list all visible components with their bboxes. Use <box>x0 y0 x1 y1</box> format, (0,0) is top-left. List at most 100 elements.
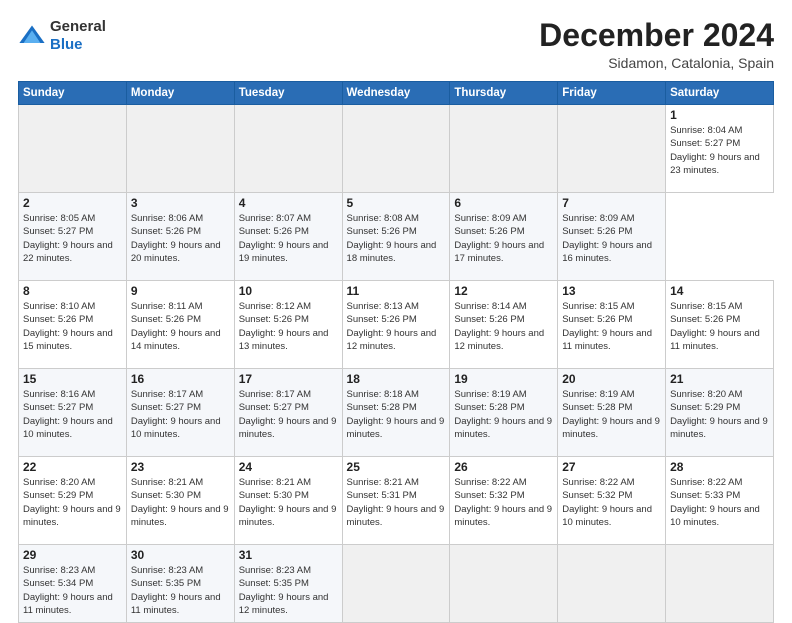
day-info: Sunrise: 8:19 AMSunset: 5:28 PMDaylight:… <box>454 388 553 441</box>
day-number: 27 <box>562 460 661 474</box>
day-number: 23 <box>131 460 230 474</box>
day-number: 13 <box>562 284 661 298</box>
calendar-cell <box>450 105 558 193</box>
day-info: Sunrise: 8:22 AMSunset: 5:32 PMDaylight:… <box>562 476 661 529</box>
header-sunday: Sunday <box>19 82 127 105</box>
day-info: Sunrise: 8:22 AMSunset: 5:32 PMDaylight:… <box>454 476 553 529</box>
location: Sidamon, Catalonia, Spain <box>539 55 774 71</box>
day-info: Sunrise: 8:19 AMSunset: 5:28 PMDaylight:… <box>562 388 661 441</box>
day-number: 1 <box>670 108 769 122</box>
day-info: Sunrise: 8:21 AMSunset: 5:31 PMDaylight:… <box>347 476 446 529</box>
day-info: Sunrise: 8:17 AMSunset: 5:27 PMDaylight:… <box>239 388 338 441</box>
calendar-table: Sunday Monday Tuesday Wednesday Thursday… <box>18 81 774 623</box>
calendar-cell <box>666 545 774 623</box>
header-friday: Friday <box>558 82 666 105</box>
page: General Blue December 2024 Sidamon, Cata… <box>0 0 792 612</box>
day-number: 20 <box>562 372 661 386</box>
day-number: 15 <box>23 372 122 386</box>
day-info: Sunrise: 8:09 AMSunset: 5:26 PMDaylight:… <box>562 212 661 265</box>
day-number: 9 <box>131 284 230 298</box>
day-info: Sunrise: 8:21 AMSunset: 5:30 PMDaylight:… <box>131 476 230 529</box>
day-number: 28 <box>670 460 769 474</box>
day-info: Sunrise: 8:15 AMSunset: 5:26 PMDaylight:… <box>670 300 769 353</box>
calendar-cell <box>558 545 666 623</box>
calendar-cell: 30Sunrise: 8:23 AMSunset: 5:35 PMDayligh… <box>126 545 234 623</box>
calendar-cell: 17 Sunrise: 8:17 AMSunset: 5:27 PMDayligh… <box>234 369 342 457</box>
day-info: Sunrise: 8:14 AMSunset: 5:26 PMDaylight:… <box>454 300 553 353</box>
day-number: 2 <box>23 196 122 210</box>
day-number: 26 <box>454 460 553 474</box>
day-number: 7 <box>562 196 661 210</box>
day-number: 3 <box>131 196 230 210</box>
header: General Blue December 2024 Sidamon, Cata… <box>18 18 774 71</box>
calendar-cell: 8Sunrise: 8:10 AMSunset: 5:26 PMDaylight… <box>19 281 127 369</box>
calendar-cell <box>450 545 558 623</box>
calendar-cell: 18 Sunrise: 8:18 AMSunset: 5:28 PMDayligh… <box>342 369 450 457</box>
day-number: 10 <box>239 284 338 298</box>
calendar-cell: 7 Sunrise: 8:09 AMSunset: 5:26 PMDaylight… <box>558 193 666 281</box>
calendar-cell: 16Sunrise: 8:17 AMSunset: 5:27 PMDayligh… <box>126 369 234 457</box>
calendar-cell: 22 Sunrise: 8:20 AMSunset: 5:29 PMDayligh… <box>19 457 127 545</box>
calendar-cell: 1 Sunrise: 8:04 AMSunset: 5:27 PMDaylight… <box>666 105 774 193</box>
day-number: 17 <box>239 372 338 386</box>
day-info: Sunrise: 8:20 AMSunset: 5:29 PMDaylight:… <box>23 476 122 529</box>
day-number: 31 <box>239 548 338 562</box>
month-title: December 2024 <box>539 18 774 53</box>
calendar-cell: 11Sunrise: 8:13 AMSunset: 5:26 PMDayligh… <box>342 281 450 369</box>
day-info: Sunrise: 8:20 AMSunset: 5:29 PMDaylight:… <box>670 388 769 441</box>
calendar-cell <box>342 545 450 623</box>
calendar-cell: 27 Sunrise: 8:22 AMSunset: 5:32 PMDayligh… <box>558 457 666 545</box>
header-thursday: Thursday <box>450 82 558 105</box>
calendar-cell <box>342 105 450 193</box>
day-number: 22 <box>23 460 122 474</box>
day-number: 19 <box>454 372 553 386</box>
calendar-cell: 14 Sunrise: 8:15 AMSunset: 5:26 PMDayligh… <box>666 281 774 369</box>
day-number: 14 <box>670 284 769 298</box>
weekday-header-row: Sunday Monday Tuesday Wednesday Thursday… <box>19 82 774 105</box>
day-number: 18 <box>347 372 446 386</box>
calendar-cell: 2 Sunrise: 8:05 AMSunset: 5:27 PMDaylight… <box>19 193 127 281</box>
day-info: Sunrise: 8:05 AMSunset: 5:27 PMDaylight:… <box>23 212 122 265</box>
day-number: 11 <box>347 284 446 298</box>
calendar-cell: 15Sunrise: 8:16 AMSunset: 5:27 PMDayligh… <box>19 369 127 457</box>
calendar-cell: 10Sunrise: 8:12 AMSunset: 5:26 PMDayligh… <box>234 281 342 369</box>
calendar-cell: 24Sunrise: 8:21 AMSunset: 5:30 PMDayligh… <box>234 457 342 545</box>
day-number: 24 <box>239 460 338 474</box>
day-number: 16 <box>131 372 230 386</box>
day-info: Sunrise: 8:10 AMSunset: 5:26 PMDaylight:… <box>23 300 122 353</box>
calendar-cell: 25Sunrise: 8:21 AMSunset: 5:31 PMDayligh… <box>342 457 450 545</box>
calendar-cell: 29 Sunrise: 8:23 AMSunset: 5:34 PMDayligh… <box>19 545 127 623</box>
calendar-cell: 26 Sunrise: 8:22 AMSunset: 5:32 PMDayligh… <box>450 457 558 545</box>
calendar-cell <box>126 105 234 193</box>
day-info: Sunrise: 8:15 AMSunset: 5:26 PMDaylight:… <box>562 300 661 353</box>
calendar-cell: 13 Sunrise: 8:15 AMSunset: 5:26 PMDayligh… <box>558 281 666 369</box>
logo-blue: Blue <box>50 36 83 53</box>
calendar-cell: 28 Sunrise: 8:22 AMSunset: 5:33 PMDayligh… <box>666 457 774 545</box>
day-number: 12 <box>454 284 553 298</box>
day-info: Sunrise: 8:08 AMSunset: 5:26 PMDaylight:… <box>347 212 446 265</box>
day-info: Sunrise: 8:22 AMSunset: 5:33 PMDaylight:… <box>670 476 769 529</box>
day-info: Sunrise: 8:04 AMSunset: 5:27 PMDaylight:… <box>670 124 769 177</box>
calendar-cell <box>234 105 342 193</box>
day-number: 21 <box>670 372 769 386</box>
day-info: Sunrise: 8:23 AMSunset: 5:34 PMDaylight:… <box>23 564 122 617</box>
calendar-cell: 9Sunrise: 8:11 AMSunset: 5:26 PMDaylight… <box>126 281 234 369</box>
calendar-cell: 3 Sunrise: 8:06 AMSunset: 5:26 PMDaylight… <box>126 193 234 281</box>
day-info: Sunrise: 8:06 AMSunset: 5:26 PMDaylight:… <box>131 212 230 265</box>
calendar-cell: 23 Sunrise: 8:21 AMSunset: 5:30 PMDayligh… <box>126 457 234 545</box>
calendar-cell: 5 Sunrise: 8:08 AMSunset: 5:26 PMDaylight… <box>342 193 450 281</box>
calendar-cell: 12 Sunrise: 8:14 AMSunset: 5:26 PMDayligh… <box>450 281 558 369</box>
logo-text: General Blue <box>50 18 106 54</box>
header-monday: Monday <box>126 82 234 105</box>
calendar-cell: 21 Sunrise: 8:20 AMSunset: 5:29 PMDayligh… <box>666 369 774 457</box>
title-block: December 2024 Sidamon, Catalonia, Spain <box>539 18 774 71</box>
day-info: Sunrise: 8:09 AMSunset: 5:26 PMDaylight:… <box>454 212 553 265</box>
day-number: 5 <box>347 196 446 210</box>
calendar-cell: 20 Sunrise: 8:19 AMSunset: 5:28 PMDayligh… <box>558 369 666 457</box>
day-number: 29 <box>23 548 122 562</box>
day-info: Sunrise: 8:23 AMSunset: 5:35 PMDaylight:… <box>131 564 230 617</box>
day-info: Sunrise: 8:07 AMSunset: 5:26 PMDaylight:… <box>239 212 338 265</box>
header-tuesday: Tuesday <box>234 82 342 105</box>
calendar-cell: 4Sunrise: 8:07 AMSunset: 5:26 PMDaylight… <box>234 193 342 281</box>
day-info: Sunrise: 8:18 AMSunset: 5:28 PMDaylight:… <box>347 388 446 441</box>
